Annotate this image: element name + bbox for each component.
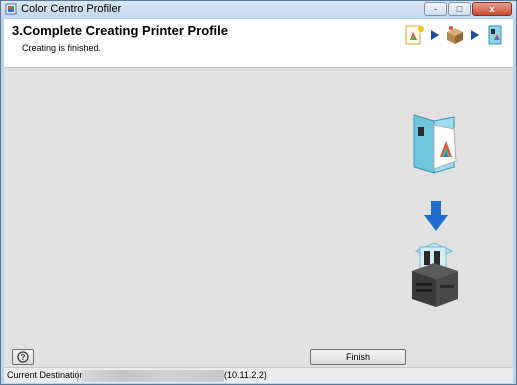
maximize-button[interactable]: □ — [448, 2, 471, 16]
profile-folder-icon — [413, 114, 457, 174]
window-controls: - □ x — [423, 2, 512, 17]
completion-graphic — [412, 114, 458, 307]
down-arrow-icon — [424, 201, 448, 231]
step-arrow-icon — [471, 30, 479, 40]
help-icon: ? — [17, 351, 29, 363]
close-button[interactable]: x — [472, 2, 512, 16]
client-area: 3.Complete Creating Printer Profile Crea… — [4, 19, 513, 383]
printer-icon — [412, 242, 458, 307]
page-subtitle: Creating is finished. — [22, 43, 102, 53]
minimize-button[interactable]: - — [424, 2, 447, 16]
svg-text:?: ? — [21, 353, 26, 362]
step-header: 3.Complete Creating Printer Profile Crea… — [4, 19, 513, 68]
status-bar: Current Destination (10.11.2.2) — [4, 367, 513, 383]
current-destination-label: Current Destination — [7, 370, 85, 380]
destination-ip: (10.11.2.2) — [224, 370, 267, 380]
printer-box-icon — [447, 26, 463, 44]
profile-complete-icon — [488, 25, 502, 45]
title-bar[interactable]: Color Centro Profiler - □ x — [1, 1, 516, 18]
status-divider — [77, 370, 78, 382]
destination-name-redacted — [82, 370, 224, 382]
app-window: Color Centro Profiler - □ x 3.Complete C… — [0, 0, 517, 385]
page-title: 3.Complete Creating Printer Profile — [12, 23, 228, 38]
help-button[interactable]: ? — [12, 349, 34, 365]
step-progress — [403, 22, 507, 48]
window-title: Color Centro Profiler — [21, 3, 122, 15]
measure-chart-icon — [405, 25, 424, 45]
app-icon — [5, 3, 17, 15]
step-arrow-icon — [431, 30, 439, 40]
finish-button[interactable]: Finish — [310, 349, 406, 365]
